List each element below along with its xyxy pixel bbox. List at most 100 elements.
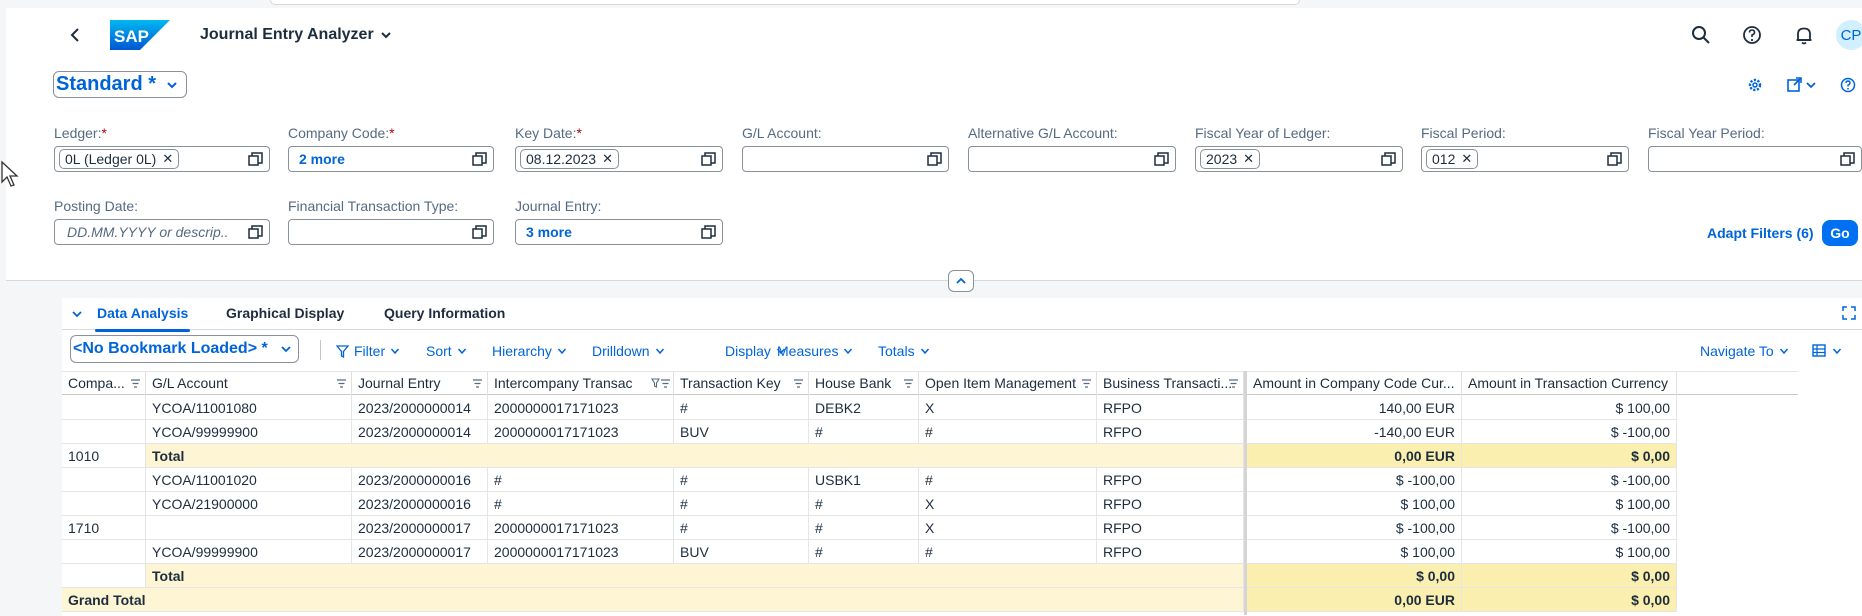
settings-icon[interactable] — [1746, 76, 1764, 94]
column-header[interactable]: Business Transacti... — [1097, 372, 1244, 396]
table-cell: USBK1 — [809, 468, 919, 492]
chevron-down-icon — [1832, 348, 1842, 354]
column-header[interactable]: Transaction Key — [674, 372, 809, 396]
notification-bell-icon[interactable] — [1793, 24, 1815, 46]
remove-token-icon[interactable]: ✕ — [1243, 151, 1254, 167]
app-title-menu[interactable]: Journal Entry Analyzer — [200, 26, 392, 44]
value-help-icon[interactable] — [1154, 152, 1169, 167]
table-cell: X — [919, 396, 1097, 420]
value-help-icon[interactable] — [1381, 152, 1396, 167]
value-help-icon[interactable] — [248, 152, 263, 167]
totals-button[interactable]: Totals — [878, 343, 930, 359]
sort-icon — [794, 379, 803, 388]
sort-icon — [904, 379, 913, 388]
remove-token-icon[interactable]: ✕ — [602, 151, 613, 167]
value-help-icon[interactable] — [1840, 152, 1855, 167]
value-help-icon[interactable] — [472, 152, 487, 167]
table-cell: DEBK2 — [809, 396, 919, 420]
table-cell: 2023/2000000014 — [352, 396, 488, 420]
table-cell: RFPO — [1097, 540, 1244, 564]
table-cell: YCOA/99999900 — [146, 420, 352, 444]
export-button[interactable] — [1812, 343, 1842, 358]
total-amount-cell: $ 0,00 — [1462, 444, 1677, 468]
table-cell: 2000000017171023 — [488, 540, 674, 564]
table-cell: $ 100,00 — [1247, 540, 1462, 564]
fiscal-year-period-field[interactable] — [1648, 146, 1862, 172]
measures-button[interactable]: Measures — [777, 343, 853, 359]
tab-graphical-display[interactable]: Graphical Display — [226, 305, 344, 321]
value-help-icon[interactable] — [701, 225, 716, 240]
variant-selector[interactable]: Standard * — [53, 71, 188, 98]
total-amount-cell: 0,00 EUR — [1247, 444, 1462, 468]
table-cell: RFPO — [1097, 396, 1244, 420]
posting-date-placeholder: DD.MM.YYYY or descrip... — [67, 224, 229, 240]
collapse-header-button[interactable] — [948, 270, 974, 292]
avatar[interactable]: CP — [1836, 20, 1862, 50]
grand-total-amount: $ 0,00 — [1462, 588, 1677, 612]
column-header[interactable]: House Bank — [809, 372, 919, 396]
company-code-more-link[interactable]: 2 more — [293, 151, 345, 167]
column-header[interactable]: Intercompany Transac — [488, 372, 674, 396]
tab-bar: Data Analysis Graphical Display Query In… — [62, 298, 1862, 332]
journal-entry-field[interactable]: 3 more — [515, 219, 723, 245]
share-icon[interactable] — [1786, 76, 1818, 94]
alt-gl-account-field[interactable] — [968, 146, 1176, 172]
column-header[interactable]: Open Item Management — [919, 372, 1097, 396]
ledger-field[interactable]: 0L (Ledger 0L) ✕ — [54, 146, 270, 172]
drilldown-button[interactable]: Drilldown — [592, 343, 665, 359]
fullscreen-icon[interactable] — [1842, 306, 1856, 320]
back-icon[interactable] — [66, 25, 86, 45]
table-cell: # — [809, 516, 919, 540]
navigate-to-button[interactable]: Navigate To — [1700, 343, 1789, 359]
grand-total-amount: 0,00 EUR — [1247, 588, 1462, 612]
chevron-down-icon[interactable] — [70, 307, 84, 321]
column-header[interactable]: Journal Entry — [352, 372, 488, 396]
gl-account-field[interactable] — [742, 146, 949, 172]
remove-token-icon[interactable]: ✕ — [1461, 151, 1472, 167]
filter-button[interactable]: Filter — [336, 343, 400, 359]
fiscal-year-field[interactable]: 2023 ✕ — [1195, 146, 1403, 172]
navigate-to-label: Navigate To — [1700, 343, 1774, 359]
table-cell: RFPO — [1097, 420, 1244, 444]
column-header[interactable]: G/L Account — [146, 372, 352, 396]
hierarchy-button[interactable]: Hierarchy — [492, 343, 567, 359]
tab-data-analysis[interactable]: Data Analysis — [94, 305, 191, 332]
help-icon[interactable] — [1741, 24, 1763, 46]
hierarchy-label: Hierarchy — [492, 343, 552, 359]
fixed-column-splitter[interactable] — [1244, 371, 1247, 615]
table-cell: BUV — [674, 540, 809, 564]
value-help-icon[interactable] — [1607, 152, 1622, 167]
posting-date-field[interactable]: DD.MM.YYYY or descrip... — [54, 219, 270, 245]
adapt-filters-button[interactable]: Adapt Filters (6) — [1707, 225, 1814, 241]
table-cell: # — [809, 492, 919, 516]
value-help-icon[interactable] — [472, 225, 487, 240]
sort-button[interactable]: Sort — [426, 343, 467, 359]
fin-trans-type-field[interactable] — [288, 219, 494, 245]
bookmark-selector[interactable]: <No Bookmark Loaded> * — [70, 335, 299, 363]
journal-entry-label: Journal Entry: — [515, 198, 602, 214]
table-cell: 140,00 EUR — [1247, 396, 1462, 420]
key-date-token: 08.12.2023 ✕ — [520, 149, 619, 169]
value-help-icon[interactable] — [927, 152, 942, 167]
column-header[interactable]: Amount in Company Code Cur... — [1247, 372, 1462, 396]
table-cell: 2023/2000000016 — [352, 468, 488, 492]
company-code-field[interactable]: 2 more — [288, 146, 494, 172]
search-icon[interactable] — [1690, 24, 1712, 46]
value-help-icon[interactable] — [248, 225, 263, 240]
help-icon[interactable] — [1839, 76, 1857, 94]
fiscal-period-field[interactable]: 012 ✕ — [1421, 146, 1629, 172]
key-date-field[interactable]: 08.12.2023 ✕ — [515, 146, 723, 172]
column-header[interactable]: Compa... — [62, 372, 146, 396]
column-header[interactable]: Amount in Transaction Currency — [1462, 372, 1677, 396]
filter-label: Filter — [354, 343, 386, 359]
total-amount-cell: $ 0,00 — [1247, 564, 1462, 588]
journal-entry-more-link[interactable]: 3 more — [520, 224, 572, 240]
table-cell: 2023/2000000016 — [352, 492, 488, 516]
go-button[interactable]: Go — [1822, 220, 1858, 246]
value-help-icon[interactable] — [701, 152, 716, 167]
sort-icon — [337, 379, 346, 388]
remove-token-icon[interactable]: ✕ — [162, 151, 173, 167]
table-cell: 2023/2000000014 — [352, 420, 488, 444]
company-cell — [62, 492, 146, 516]
tab-query-information[interactable]: Query Information — [384, 305, 505, 321]
